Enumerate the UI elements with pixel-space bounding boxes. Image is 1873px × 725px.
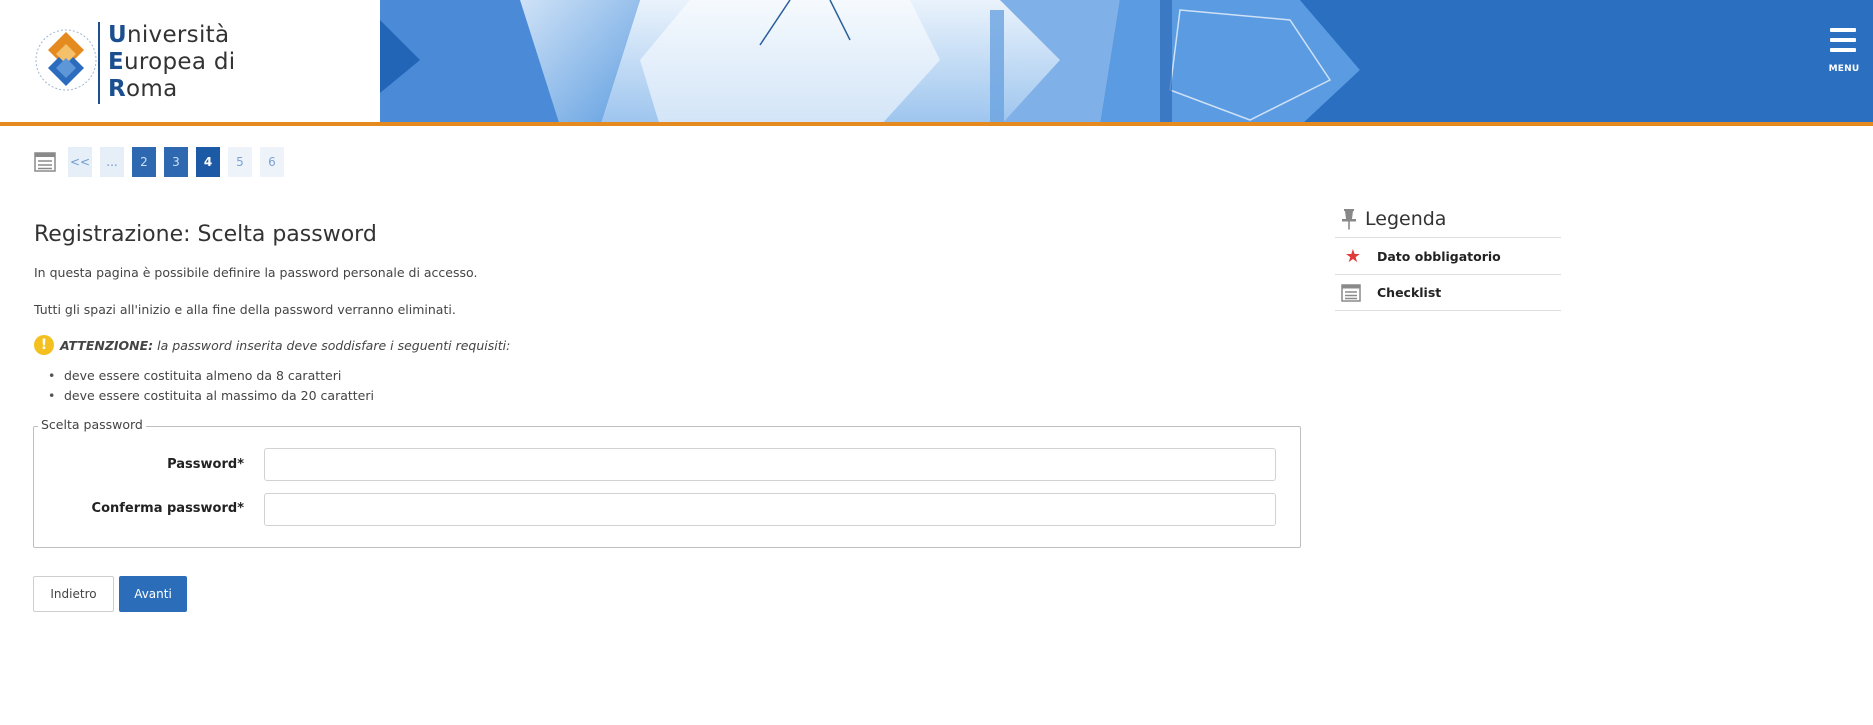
logo-letter-e: E: [108, 49, 125, 75]
wizard-steps: << ... 2 3 4 5 6: [34, 146, 292, 178]
pager-ellipsis: ...: [100, 147, 124, 177]
logo-letter-r: R: [108, 76, 127, 102]
pager-step-3[interactable]: 3: [164, 147, 188, 177]
pager-step-2[interactable]: 2: [132, 147, 156, 177]
legend-item-label: Checklist: [1377, 285, 1442, 300]
university-logo-icon[interactable]: [32, 14, 112, 106]
hamburger-icon-bar: [1830, 48, 1856, 52]
legend-item-required: ★ Dato obbligatorio: [1335, 237, 1561, 274]
legend-title: Legenda: [1365, 208, 1447, 230]
checklist-icon[interactable]: [34, 152, 56, 172]
spaces-note: Tutti gli spazi all'inizio e alla fine d…: [34, 302, 456, 317]
required-star-icon: ★: [1344, 245, 1362, 267]
pager-step-5: 5: [228, 147, 252, 177]
legend-item-checklist: Checklist: [1335, 274, 1561, 311]
password-fieldset: Scelta password Password* Conferma passw…: [33, 417, 1301, 548]
page-title: Registrazione: Scelta password: [34, 222, 377, 247]
legend-item-label: Dato obbligatorio: [1377, 248, 1501, 264]
logo-word-europea: uropea di: [124, 49, 236, 75]
list-item: deve essere costituita almeno da 8 carat…: [48, 366, 374, 386]
warning-text: la password inserita deve soddisfare i s…: [157, 337, 511, 353]
back-button[interactable]: Indietro: [33, 576, 114, 612]
warning-label: ATTENZIONE:: [60, 337, 154, 353]
logo-divider: [98, 22, 100, 104]
checklist-icon: [1341, 283, 1361, 302]
warning-icon: !: [34, 335, 54, 355]
password-warning: ! ATTENZIONE: la password inserita deve …: [34, 334, 510, 356]
pager-first[interactable]: <<: [68, 147, 92, 177]
next-button[interactable]: Avanti: [119, 576, 187, 612]
password-input[interactable]: [264, 448, 1276, 481]
confirm-password-input[interactable]: [264, 493, 1276, 526]
menu-button[interactable]: MENU: [1820, 24, 1868, 80]
pin-icon: [1342, 209, 1356, 230]
fieldset-legend: Scelta password: [38, 417, 146, 432]
header-accent-line: [0, 122, 1873, 126]
list-item: deve essere costituita al massimo da 20 …: [48, 386, 374, 406]
password-label: Password*: [167, 457, 244, 472]
pager-step-4-current: 4: [196, 147, 220, 177]
logo-word-universita: niversità: [126, 22, 230, 48]
university-name: Università Europea di Roma: [108, 22, 235, 103]
intro-text: In questa pagina è possibile definire la…: [34, 265, 478, 280]
legend-header: Legenda: [1341, 204, 1446, 234]
logo-letter-u: U: [108, 22, 127, 48]
logo-word-roma: oma: [126, 76, 178, 102]
requirements-list: deve essere costituita almeno da 8 carat…: [48, 366, 374, 406]
menu-label: MENU: [1828, 64, 1860, 74]
hamburger-icon: [1830, 28, 1856, 32]
hamburger-icon-bar: [1830, 38, 1856, 42]
pager-step-6: 6: [260, 147, 284, 177]
confirm-password-label: Conferma password*: [91, 501, 244, 516]
site-header: Università Europea di Roma MENU: [0, 0, 1873, 126]
